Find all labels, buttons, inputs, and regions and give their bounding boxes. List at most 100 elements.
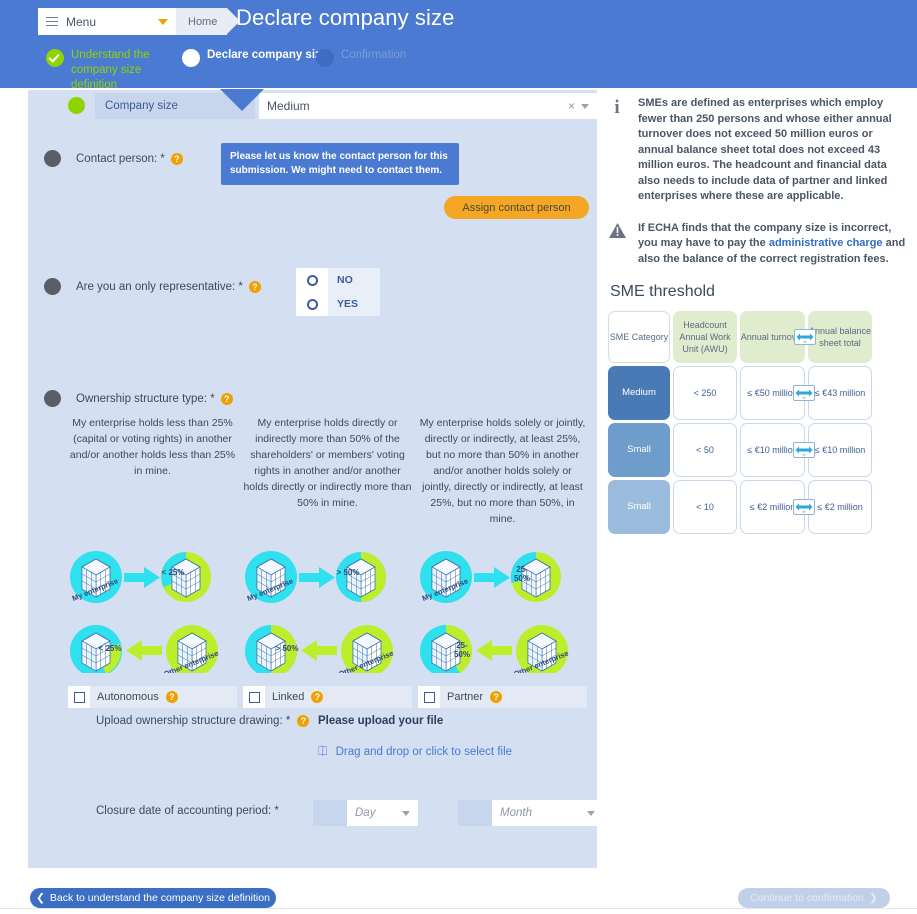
company-size-status-icon bbox=[68, 97, 85, 114]
help-icon[interactable]: ? bbox=[170, 152, 183, 165]
turnover-value: ≤ €50 million bbox=[747, 388, 798, 398]
turnover-cell: ≤ €50 million or bbox=[740, 366, 815, 420]
contact-person-tooltip: Please let us know the contact person fo… bbox=[221, 143, 459, 185]
contact-person-status-icon bbox=[44, 150, 61, 167]
day-select[interactable]: Day bbox=[313, 800, 418, 826]
help-icon[interactable]: ? bbox=[311, 691, 324, 703]
back-button[interactable]: ❮ Back to understand the company size de… bbox=[30, 888, 276, 908]
table-row: Medium < 250 ≤ €50 million or ≤ €43 mill… bbox=[608, 366, 898, 420]
help-icon[interactable]: ? bbox=[297, 715, 310, 727]
assign-contact-person-button[interactable]: Assign contact person bbox=[444, 196, 589, 219]
hamburger-icon bbox=[46, 16, 58, 27]
turnover-value: ≤ €10 million bbox=[747, 445, 798, 455]
only-representative-row: Are you an only representative: * ? NO Y… bbox=[44, 268, 589, 316]
info-note-text: SMEs are defined as enterprises which em… bbox=[638, 97, 892, 202]
breadcrumb-home-label: Home bbox=[188, 15, 218, 28]
upload-icon: ⎅ bbox=[318, 744, 328, 758]
checkbox-label: Partner bbox=[447, 691, 484, 703]
month-select-placeholder: Month bbox=[500, 807, 532, 819]
company-size-select[interactable]: Medium × bbox=[259, 93, 597, 119]
contact-person-label: Contact person: * bbox=[76, 152, 165, 165]
sme-threshold-table: SME Category Headcount Annual Work Unit … bbox=[608, 311, 898, 534]
help-icon[interactable]: ? bbox=[490, 691, 503, 703]
header-headcount: Headcount Annual Work Unit (AWU) bbox=[673, 311, 737, 363]
breadcrumb-home[interactable]: Home bbox=[176, 8, 241, 35]
chevron-down-icon[interactable] bbox=[587, 810, 595, 816]
upload-label: Upload ownership structure drawing: * bbox=[96, 715, 291, 727]
month-select[interactable]: Month bbox=[458, 800, 603, 826]
app-header: Menu Home Declare company size Understan… bbox=[0, 0, 917, 91]
checkbox-input[interactable] bbox=[418, 686, 440, 708]
radio-option-no[interactable]: NO bbox=[296, 268, 380, 292]
chevron-down-icon[interactable] bbox=[402, 810, 410, 816]
step-current-icon bbox=[182, 49, 200, 67]
or-icon: or bbox=[794, 329, 816, 345]
closure-date-label: Closure date of accounting period: * bbox=[96, 805, 279, 817]
clear-icon[interactable]: × bbox=[562, 99, 581, 113]
header-turnover: Annual turnover or bbox=[740, 311, 816, 363]
balance-cell: ≤ €43 million bbox=[808, 366, 872, 420]
help-icon[interactable]: ? bbox=[248, 280, 261, 293]
category-cell: Medium bbox=[608, 366, 670, 420]
turnover-cell: ≤ €10 million or bbox=[740, 423, 815, 477]
svg-text:or: or bbox=[803, 509, 806, 513]
file-dropzone-label: Drag and drop or click to select file bbox=[335, 745, 513, 758]
balance-cell: ≤ €10 million bbox=[808, 423, 872, 477]
only-representative-radio-group: NO YES bbox=[296, 268, 380, 316]
info-note: i SMEs are defined as enterprises which … bbox=[608, 96, 908, 205]
ownership-diagram-linked: My enterprise > 50% > 50% Other enterpri… bbox=[243, 545, 412, 679]
ownership-type-checkboxes: Autonomous ? Linked ? Partner ? bbox=[68, 686, 588, 708]
step-declare-company-size[interactable]: Declare company size bbox=[182, 48, 327, 67]
warning-icon bbox=[608, 221, 626, 268]
day-select-prefix bbox=[313, 800, 347, 826]
chevron-left-icon: ❮ bbox=[36, 892, 45, 904]
or-icon: or bbox=[793, 442, 815, 458]
step-understand-definition[interactable]: Understand the company size definition bbox=[46, 48, 166, 93]
or-icon: or bbox=[793, 499, 815, 515]
checkbox-label: Autonomous bbox=[97, 691, 159, 703]
header-balance-sheet: Annual balance sheet total bbox=[808, 311, 872, 363]
sidebar-info-panel: i SMEs are defined as enterprises which … bbox=[608, 96, 908, 537]
menu-button[interactable]: Menu bbox=[38, 8, 176, 35]
checkbox-partner[interactable]: Partner ? bbox=[418, 686, 587, 708]
checkbox-input[interactable] bbox=[68, 686, 90, 708]
step-complete-icon bbox=[46, 49, 64, 67]
radio-option-yes[interactable]: YES bbox=[296, 292, 380, 316]
svg-text:50%: 50% bbox=[454, 650, 470, 659]
step-label: Declare company size bbox=[207, 49, 328, 61]
radio-button[interactable] bbox=[296, 268, 328, 292]
month-select-prefix bbox=[458, 800, 492, 826]
company-size-value: Medium bbox=[267, 99, 310, 113]
continue-button[interactable]: Continue to confirmation ❯ bbox=[738, 888, 890, 908]
company-size-row: Company size Medium × bbox=[68, 89, 598, 119]
chevron-down-icon bbox=[158, 18, 168, 25]
checkbox-linked[interactable]: Linked ? bbox=[243, 686, 412, 708]
only-representative-label: Are you an only representative: * bbox=[76, 280, 243, 293]
step-pending-icon bbox=[316, 49, 334, 67]
chevron-down-icon[interactable] bbox=[581, 103, 589, 109]
header-sme-category: SME Category bbox=[608, 311, 670, 363]
help-icon[interactable]: ? bbox=[220, 392, 233, 405]
diagram-badge-bottom: 25- bbox=[456, 641, 468, 650]
checkbox-input[interactable] bbox=[243, 686, 265, 708]
administrative-charge-link[interactable]: administrative charge bbox=[769, 237, 883, 249]
day-select-placeholder: Day bbox=[355, 807, 376, 819]
bottom-bar bbox=[0, 908, 917, 914]
back-button-label: Back to understand the company size defi… bbox=[49, 892, 270, 904]
ownership-description-autonomous: My enterprise holds less than 25% (capit… bbox=[69, 417, 236, 477]
ownership-description-partner: My enterprise holds solely or jointly, d… bbox=[419, 417, 586, 525]
file-dropzone[interactable]: ⎅ Drag and drop or click to select file bbox=[318, 744, 512, 759]
menu-bar: Menu Home bbox=[38, 8, 241, 35]
svg-text:50%: 50% bbox=[514, 574, 530, 583]
turnover-value: ≤ €2 million bbox=[749, 502, 796, 512]
checkbox-label: Linked bbox=[272, 691, 305, 703]
step-pointer-icon bbox=[220, 89, 264, 111]
checkbox-autonomous[interactable]: Autonomous ? bbox=[68, 686, 237, 708]
step-indicator: Understand the company size definition D… bbox=[46, 48, 906, 91]
help-icon[interactable]: ? bbox=[165, 691, 178, 703]
radio-label: YES bbox=[337, 298, 359, 310]
closure-date-row: Closure date of accounting period: * Day… bbox=[68, 800, 603, 826]
radio-button[interactable] bbox=[296, 292, 328, 316]
diagram-badge-bottom: < 25% bbox=[99, 644, 122, 653]
svg-text:or: or bbox=[803, 395, 806, 399]
